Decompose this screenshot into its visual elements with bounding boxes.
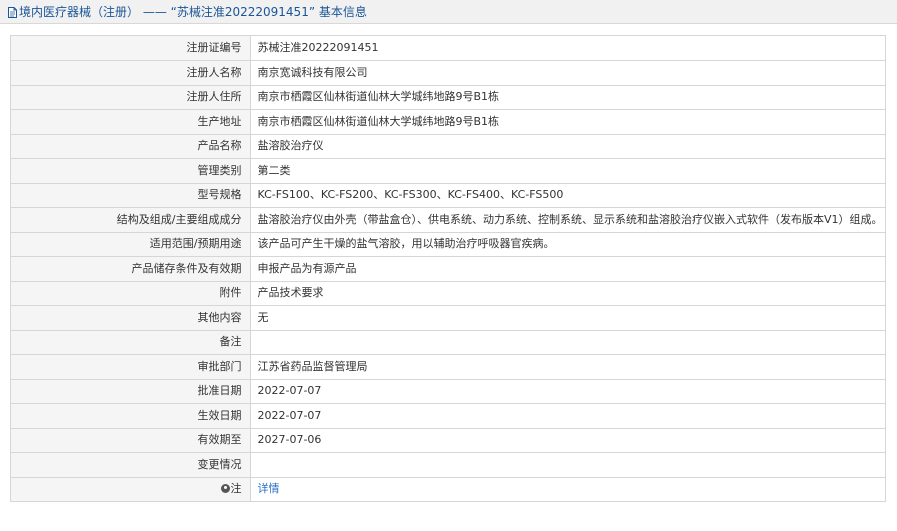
detail-panel: 注册证编号 苏械注准20222091451 注册人名称 南京宽诚科技有限公司 注册人住所… xyxy=(10,35,886,502)
field-value: KC-FS100、KC-FS200、KC-FS300、KC-FS400、KC-F… xyxy=(250,183,886,208)
table-row: 其他内容无 xyxy=(11,305,886,331)
field-value: 江苏省药品监督管理局 xyxy=(250,354,886,380)
field-value: 第二类 xyxy=(250,158,886,184)
field-value: 无 xyxy=(250,305,886,331)
table-row: 产品储存条件及有效期 申报产品为有源产品 xyxy=(11,256,886,282)
field-value: 产品技术要求 xyxy=(250,281,886,306)
field-value: 2022-07-07 xyxy=(250,379,886,404)
field-label: 备注 xyxy=(11,330,251,355)
field-label: 管理类别 xyxy=(11,158,251,184)
table-row: 生产地址 南京市栖霞区仙林街道仙林大学城纬地路9号B1栋 xyxy=(11,109,886,135)
table-row: 注册证编号 苏械注准20222091451 xyxy=(11,36,886,61)
field-value xyxy=(250,452,886,478)
field-value: 南京宽诚科技有限公司 xyxy=(250,60,886,86)
table-row: 型号规格 KC-FS100、KC-FS200、KC-FS300、KC-FS400、… xyxy=(11,183,886,208)
field-value: 该产品可产生干燥的盐气溶胶，用以辅助治疗呼吸器官疾病。 xyxy=(250,232,886,257)
field-value: 苏械注准20222091451 xyxy=(250,36,886,61)
table-row: 适用范围/预期用途 该产品可产生干燥的盐气溶胶，用以辅助治疗呼吸器官疾病。 xyxy=(11,232,886,257)
field-label: 有效期至 xyxy=(11,428,251,453)
document-icon xyxy=(8,7,17,18)
table-row: 附件 产品技术要求 xyxy=(11,281,886,306)
field-label-note: 注 xyxy=(11,477,251,502)
page-title: 境内医疗器械（注册） —— “苏械注准20222091451” 基本信息 xyxy=(8,4,367,20)
field-value-note: 详情 xyxy=(250,477,886,502)
field-label: 注册人名称 xyxy=(11,60,251,86)
table-row: 变更情况 xyxy=(11,452,886,478)
table-row: 产品名称 盐溶胶治疗仪 xyxy=(11,134,886,159)
pin-icon xyxy=(220,484,230,494)
field-label: 生产地址 xyxy=(11,109,251,135)
field-label: 生效日期 xyxy=(11,403,251,429)
field-label: 其他内容 xyxy=(11,305,251,331)
field-value xyxy=(250,330,886,355)
table-row-note: 注 详情 xyxy=(11,477,886,502)
table-row: 管理类别 第二类 xyxy=(11,158,886,184)
field-label: 产品名称 xyxy=(11,134,251,159)
table-row: 注册人名称 南京宽诚科技有限公司 xyxy=(11,60,886,86)
field-label: 产品储存条件及有效期 xyxy=(11,256,251,282)
field-value: 南京市栖霞区仙林街道仙林大学城纬地路9号B1栋 xyxy=(250,109,886,135)
field-label: 结构及组成/主要组成成分 xyxy=(11,207,251,233)
field-value: 2027-07-06 xyxy=(250,428,886,453)
field-value: 申报产品为有源产品 xyxy=(250,256,886,282)
field-label: 适用范围/预期用途 xyxy=(11,232,251,257)
field-value: 南京市栖霞区仙林街道仙林大学城纬地路9号B1栋 xyxy=(250,85,886,110)
page-header: 境内医疗器械（注册） —— “苏械注准20222091451” 基本信息 xyxy=(0,0,897,24)
detail-table: 注册证编号 苏械注准20222091451 注册人名称 南京宽诚科技有限公司 注册人住所… xyxy=(11,36,886,502)
table-row: 结构及组成/主要组成成分 盐溶胶治疗仪由外壳（带盐盒仓）、供电系统、动力系统、控制… xyxy=(11,207,886,233)
details-link[interactable]: 详情 xyxy=(258,482,280,495)
field-label: 批准日期 xyxy=(11,379,251,404)
table-row: 备注 xyxy=(11,330,886,355)
field-label: 注册人住所 xyxy=(11,85,251,110)
table-row: 批准日期 2022-07-07 xyxy=(11,379,886,404)
field-value: 2022-07-07 xyxy=(250,403,886,429)
field-label: 注册证编号 xyxy=(11,36,251,61)
table-row: 生效日期 2022-07-07 xyxy=(11,403,886,429)
field-value: 盐溶胶治疗仪由外壳（带盐盒仓）、供电系统、动力系统、控制系统、显示系统和盐溶胶治… xyxy=(250,207,886,233)
field-value: 盐溶胶治疗仪 xyxy=(250,134,886,159)
field-label: 变更情况 xyxy=(11,452,251,478)
page-title-text: 境内医疗器械（注册） —— “苏械注准20222091451” 基本信息 xyxy=(19,5,367,19)
field-label: 型号规格 xyxy=(11,183,251,208)
table-row: 注册人住所 南京市栖霞区仙林街道仙林大学城纬地路9号B1栋 xyxy=(11,85,886,110)
table-row: 审批部门 江苏省药品监督管理局 xyxy=(11,354,886,380)
field-label: 附件 xyxy=(11,281,251,306)
table-row: 有效期至 2027-07-06 xyxy=(11,428,886,453)
field-label: 审批部门 xyxy=(11,354,251,380)
